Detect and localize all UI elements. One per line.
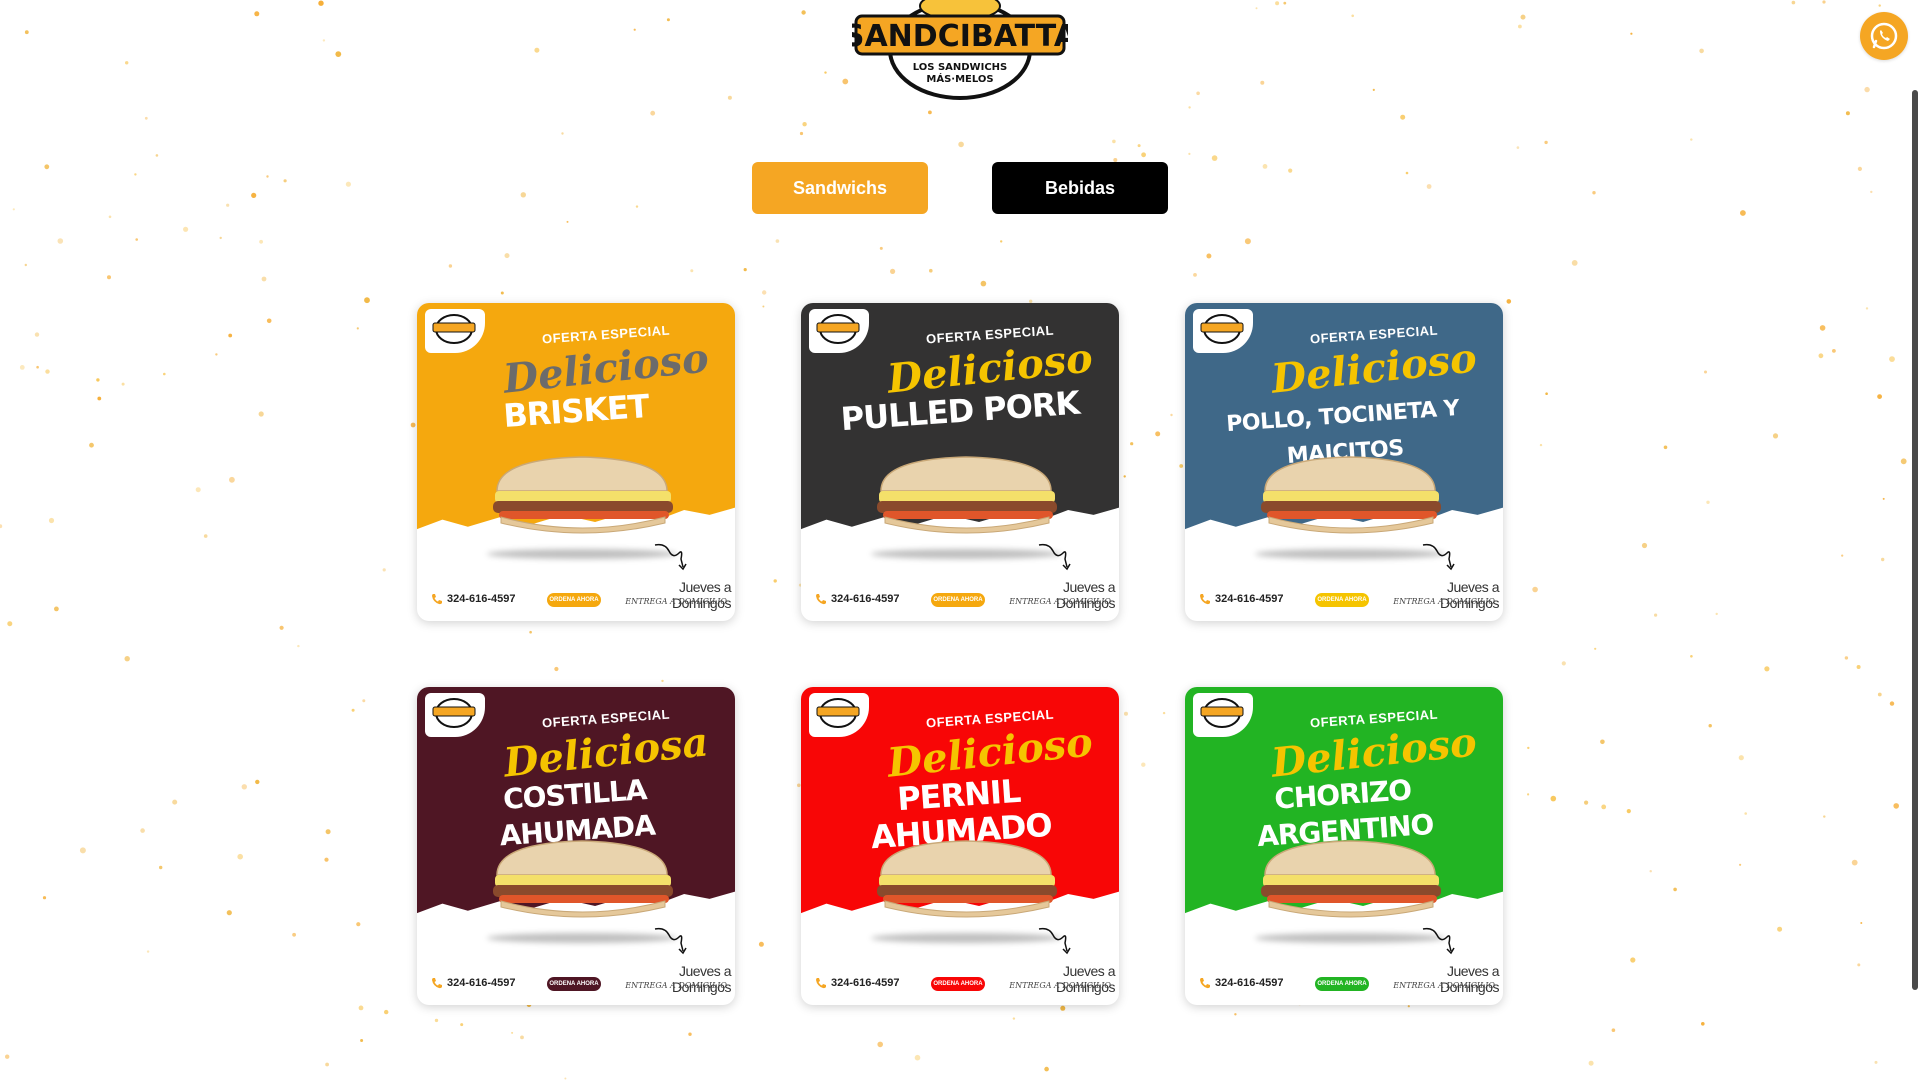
order-now-button[interactable]: ORDENA AHORA xyxy=(547,977,601,991)
card-days: Jueves a Domingos xyxy=(671,579,732,611)
card-phone: 324-616-4597 xyxy=(815,593,900,605)
card-phone: 324-616-4597 xyxy=(431,593,516,605)
menu-card[interactable]: OFERTA ESPECIAL Delicioso CHORIZO ARGENTIN… xyxy=(1185,687,1503,1005)
card-logo-icon xyxy=(432,314,476,344)
logo-tagline-1: LOS SANDWICHS xyxy=(913,62,1007,73)
order-now-button[interactable]: ORDENA AHORA xyxy=(547,593,601,607)
card-phone: 324-616-4597 xyxy=(1199,977,1284,989)
card-days: Jueves a Domingos xyxy=(1439,579,1500,611)
card-days: Jueves a Domingos xyxy=(1055,579,1116,611)
card-days: Jueves a Domingos xyxy=(1055,963,1116,995)
page-scrollbar[interactable] xyxy=(1912,90,1918,990)
logo-wordmark: SANDCIBATTA xyxy=(852,19,1068,54)
sandwich-shadow xyxy=(487,933,677,943)
phone-icon xyxy=(1200,594,1210,605)
arrow-icon xyxy=(654,543,687,571)
card-logo-icon xyxy=(816,314,860,344)
phone-icon xyxy=(432,594,442,605)
arrow-icon xyxy=(1038,543,1071,571)
whatsapp-icon xyxy=(1870,22,1898,50)
card-phone: 324-616-4597 xyxy=(815,977,900,989)
tab-sandwichs[interactable]: Sandwichs xyxy=(752,162,928,214)
arrow-icon xyxy=(654,927,687,955)
card-delivery: ENTREGA A DOMICILIO xyxy=(1009,981,1111,990)
menu-card[interactable]: OFERTA ESPECIAL Delicioso PERNIL AHUMADO 32… xyxy=(801,687,1119,1005)
menu-card[interactable]: OFERTA ESPECIAL Delicioso BRISKET 324-616-4… xyxy=(417,303,735,621)
menu-card[interactable]: OFERTA ESPECIAL Deliciosa COSTILLA AHUMADA… xyxy=(417,687,735,1005)
arrow-icon xyxy=(1038,927,1071,955)
card-logo-icon xyxy=(1200,698,1244,728)
phone-number: 324-616-4597 xyxy=(447,593,516,605)
phone-number: 324-616-4597 xyxy=(831,593,900,605)
whatsapp-button[interactable] xyxy=(1860,12,1908,60)
phone-number: 324-616-4597 xyxy=(831,977,900,989)
sandwich-image xyxy=(493,456,673,534)
card-days: Jueves a Domingos xyxy=(671,963,732,995)
phone-icon xyxy=(816,594,826,605)
card-delivery: ENTREGA A DOMICILIO xyxy=(1393,981,1495,990)
card-delivery: ENTREGA A DOMICILIO xyxy=(1009,597,1111,606)
phone-icon xyxy=(1200,978,1210,989)
card-logo-icon xyxy=(1200,314,1244,344)
phone-icon xyxy=(432,978,442,989)
sandwich-image xyxy=(877,456,1057,534)
phone-icon xyxy=(816,978,826,989)
sandwich-image xyxy=(877,840,1057,918)
card-delivery: ENTREGA A DOMICILIO xyxy=(1393,597,1495,606)
card-logo-icon xyxy=(432,698,476,728)
sandwich-shadow xyxy=(487,549,677,559)
sandwich-image xyxy=(493,840,673,918)
tab-bebidas[interactable]: Bebidas xyxy=(992,162,1168,214)
card-days: Jueves a Domingos xyxy=(1439,963,1500,995)
card-phone: 324-616-4597 xyxy=(1199,593,1284,605)
card-delivery: ENTREGA A DOMICILIO xyxy=(625,597,727,606)
sandwich-image xyxy=(1261,840,1441,918)
sandwich-shadow xyxy=(1255,549,1445,559)
order-now-button[interactable]: ORDENA AHORA xyxy=(1315,977,1369,991)
card-phone: 324-616-4597 xyxy=(431,977,516,989)
order-now-button[interactable]: ORDENA AHORA xyxy=(1315,593,1369,607)
menu-card[interactable]: OFERTA ESPECIAL Delicioso POLLO, TOCINETA … xyxy=(1185,303,1503,621)
phone-number: 324-616-4597 xyxy=(1215,977,1284,989)
sandwich-shadow xyxy=(871,933,1061,943)
card-delivery: ENTREGA A DOMICILIO xyxy=(625,981,727,990)
sandwich-image xyxy=(1261,456,1441,534)
order-now-button[interactable]: ORDENA AHORA xyxy=(931,593,985,607)
logo-tagline-2: MÁS·MELOS xyxy=(926,72,993,85)
menu-card[interactable]: OFERTA ESPECIAL Delicioso PULLED PORK 324-6… xyxy=(801,303,1119,621)
card-logo-icon xyxy=(816,698,860,728)
phone-number: 324-616-4597 xyxy=(447,977,516,989)
phone-number: 324-616-4597 xyxy=(1215,593,1284,605)
card-product-name: BRISKET xyxy=(502,386,650,436)
arrow-icon xyxy=(1422,927,1455,955)
order-now-button[interactable]: ORDENA AHORA xyxy=(931,977,985,991)
card-product-name: PULLED PORK xyxy=(839,383,1081,439)
sandwich-shadow xyxy=(871,549,1061,559)
sandwich-shadow xyxy=(1255,933,1445,943)
sandcibatta-logo[interactable]: SANDCIBATTA LOS SANDWICHS MÁS·MELOS xyxy=(852,0,1068,102)
arrow-icon xyxy=(1422,543,1455,571)
